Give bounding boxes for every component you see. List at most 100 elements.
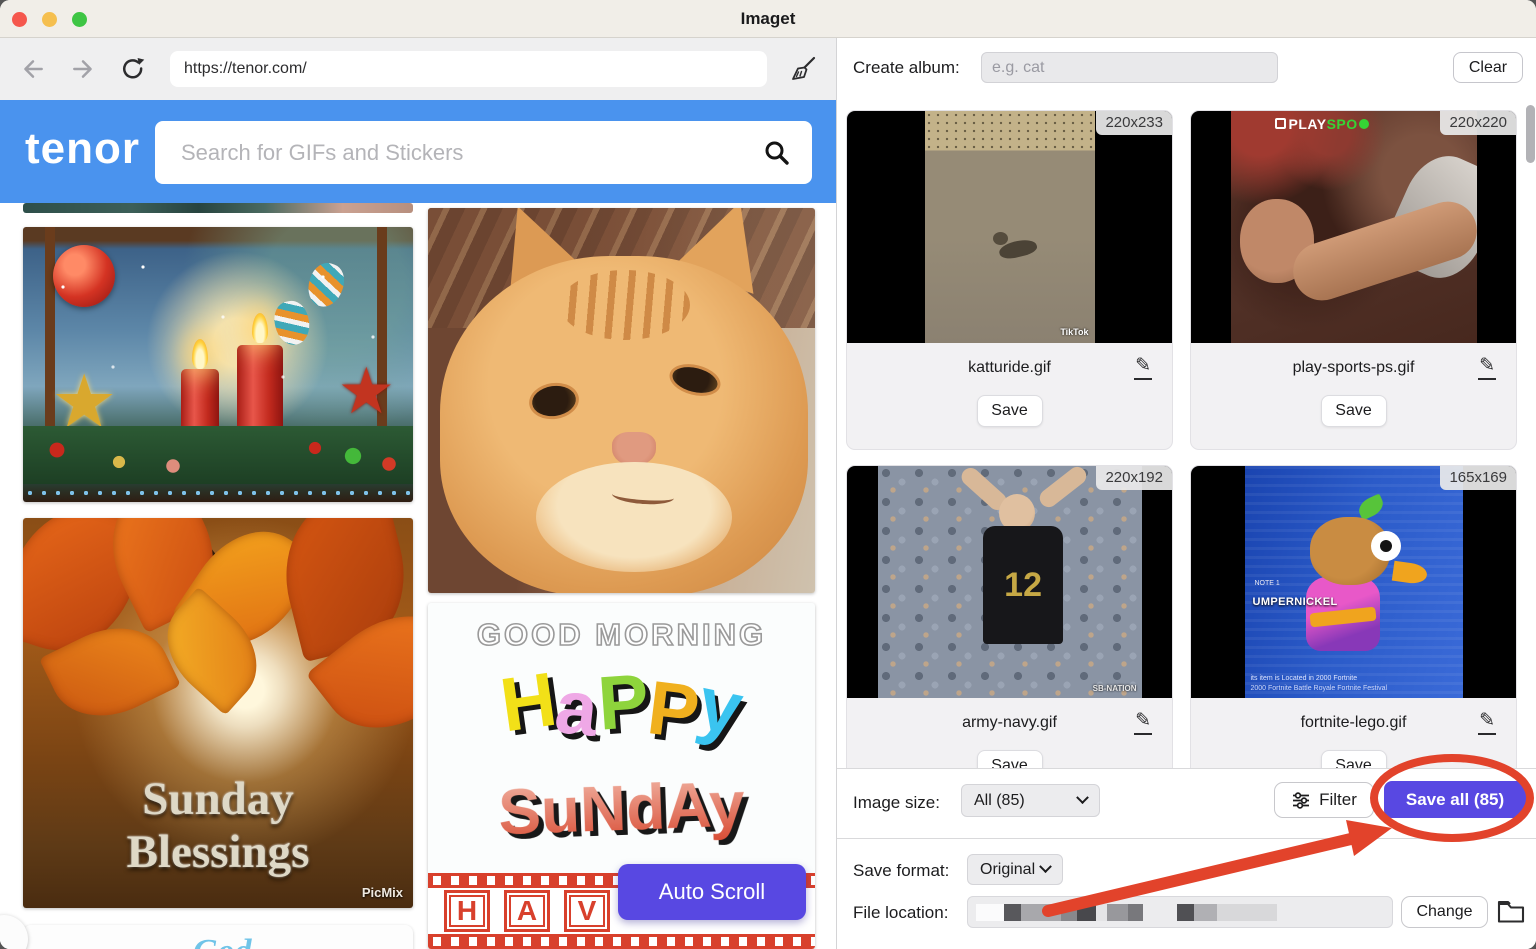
garland: [23, 426, 413, 484]
search-icon[interactable]: [763, 139, 790, 166]
raised-arm: [1036, 466, 1090, 511]
flame: [192, 339, 208, 369]
gif-art-player: PLAYSPO: [1230, 111, 1477, 343]
mitten: [303, 258, 349, 312]
filename: play-sports-ps.gif: [1292, 359, 1415, 376]
window-title: Imaget: [740, 9, 796, 28]
flame: [252, 313, 268, 343]
redacted-path: [1077, 903, 1096, 921]
save-format-label: Save format:: [853, 861, 950, 880]
clean-broom-icon[interactable]: [789, 55, 817, 83]
save-all-button[interactable]: Save all (85): [1384, 781, 1526, 818]
edit-pencil-icon[interactable]: ✎: [1478, 355, 1496, 380]
gif-smiling-cat[interactable]: [428, 208, 815, 593]
size-badge: 220x233: [1096, 111, 1172, 135]
gif-preview[interactable]: 220x220 PLAYSPO: [1191, 111, 1516, 343]
tiktok-watermark: TikTok: [1060, 327, 1089, 337]
fan-jersey: 12: [983, 526, 1064, 645]
browser-panel: tenor ★ ★: [0, 38, 836, 949]
tenor-logo[interactable]: tenor: [25, 124, 140, 174]
redacted-path: [1004, 903, 1021, 921]
folder-icon[interactable]: [1496, 897, 1526, 925]
gif-card: 220x220 PLAYSPO play-sports-ps.gif ✎ Sav…: [1190, 110, 1517, 450]
gif-caption-happy: HaPPy: [495, 656, 750, 756]
redacted-path: [1128, 903, 1143, 921]
candle: [237, 345, 283, 473]
tenor-page-content: ★ ★ Sunday Blessings PicMix GOOD MORNING…: [0, 203, 836, 949]
save-format-value: Original: [980, 860, 1036, 878]
image-size-value: All (85): [974, 791, 1025, 809]
chevron-down-icon: [1076, 791, 1089, 805]
gif-art-crowd: 12 SB-NATION: [877, 466, 1142, 698]
gif-christmas-candles[interactable]: ★ ★: [23, 227, 413, 502]
scroll-bubble[interactable]: [0, 915, 28, 949]
gif-card: 220x233 TikTok katturide.gif ✎ Save: [846, 110, 1173, 450]
picmix-watermark: PicMix: [361, 885, 403, 900]
save-format-dropdown[interactable]: Original: [967, 854, 1063, 885]
format-section: Save format: Original File location: Cha…: [837, 838, 1536, 949]
red-star: ★: [337, 355, 395, 427]
mascot-beak: [1391, 561, 1428, 586]
chevron-down-icon: [1039, 860, 1052, 874]
save-button[interactable]: Save: [1320, 750, 1387, 768]
edit-pencil-icon[interactable]: ✎: [1134, 355, 1152, 380]
tenor-search-bar: [155, 121, 812, 184]
filename: army-navy.gif: [962, 714, 1057, 731]
clear-button[interactable]: Clear: [1453, 52, 1523, 83]
file-location-field[interactable]: [967, 896, 1393, 928]
url-input[interactable]: [170, 51, 767, 87]
mascot-eye: [1370, 530, 1401, 561]
gif-preview[interactable]: 165x169 NOTE 1 UMPERNICKEL its item is L…: [1191, 466, 1516, 698]
size-badge: 220x220: [1440, 111, 1516, 135]
album-name-input[interactable]: [981, 52, 1278, 83]
save-button[interactable]: Save: [1320, 395, 1387, 427]
edit-pencil-icon[interactable]: ✎: [1134, 710, 1152, 735]
gif-partial-bottom[interactable]: God: [23, 925, 413, 949]
gif-thumbnail-partial-top[interactable]: [23, 203, 413, 213]
cat-muzzle: [536, 462, 732, 572]
redacted-path: [1194, 903, 1217, 921]
gif-caption: God: [193, 933, 252, 949]
filename: fortnite-lego.gif: [1300, 714, 1407, 731]
edit-pencil-icon[interactable]: ✎: [1478, 710, 1496, 735]
gold-star: ★: [51, 360, 118, 443]
sbnation-watermark: SB-NATION: [1092, 684, 1137, 693]
bead-garland: [23, 486, 413, 500]
player-arm: [1285, 194, 1477, 309]
reload-icon[interactable]: [120, 56, 146, 82]
save-button[interactable]: Save: [976, 395, 1043, 427]
film-perforations: [428, 934, 815, 949]
change-location-button[interactable]: Change: [1401, 896, 1488, 928]
gif-sunday-blessings[interactable]: Sunday Blessings PicMix: [23, 518, 413, 908]
downloader-panel: Create album: Clear 220x233 TikTok kattu…: [837, 38, 1536, 949]
gif-art-lego-mascot: NOTE 1 UMPERNICKEL its item is Located i…: [1244, 466, 1463, 698]
forward-icon[interactable]: [70, 56, 96, 82]
back-icon[interactable]: [20, 56, 46, 82]
cat-face: [440, 256, 808, 593]
gif-card: 165x169 NOTE 1 UMPERNICKEL its item is L…: [1190, 465, 1517, 768]
titlebar: Imaget: [0, 0, 1536, 38]
filename-row: katturide.gif ✎: [847, 343, 1172, 381]
frame: [377, 227, 387, 457]
app-window: Imaget tenor ★ ★: [0, 0, 1536, 949]
tenor-search-input[interactable]: [181, 121, 741, 184]
redacted-path: [1143, 903, 1177, 921]
gif-preview[interactable]: 220x233 TikTok: [847, 111, 1172, 343]
browser-toolbar: [0, 38, 836, 100]
create-album-label: Create album:: [853, 58, 960, 77]
auto-scroll-button[interactable]: Auto Scroll: [618, 864, 806, 920]
filename-row: play-sports-ps.gif ✎: [1191, 343, 1516, 381]
gif-preview[interactable]: 220x192 12 SB-NATION: [847, 466, 1172, 698]
size-badge: 220x192: [1096, 466, 1172, 490]
redacted-path: [1021, 903, 1061, 921]
image-size-dropdown[interactable]: All (85): [961, 784, 1100, 817]
scrollbar-thumb[interactable]: [1526, 105, 1535, 163]
frame: [45, 227, 55, 457]
redacted-path: [1107, 903, 1128, 921]
cat-nose: [612, 432, 656, 466]
redacted-path: [1217, 903, 1277, 921]
save-button[interactable]: Save: [976, 750, 1043, 768]
filter-button[interactable]: Filter: [1274, 782, 1374, 818]
candle: [181, 369, 219, 469]
tenor-header: tenor: [0, 100, 836, 203]
